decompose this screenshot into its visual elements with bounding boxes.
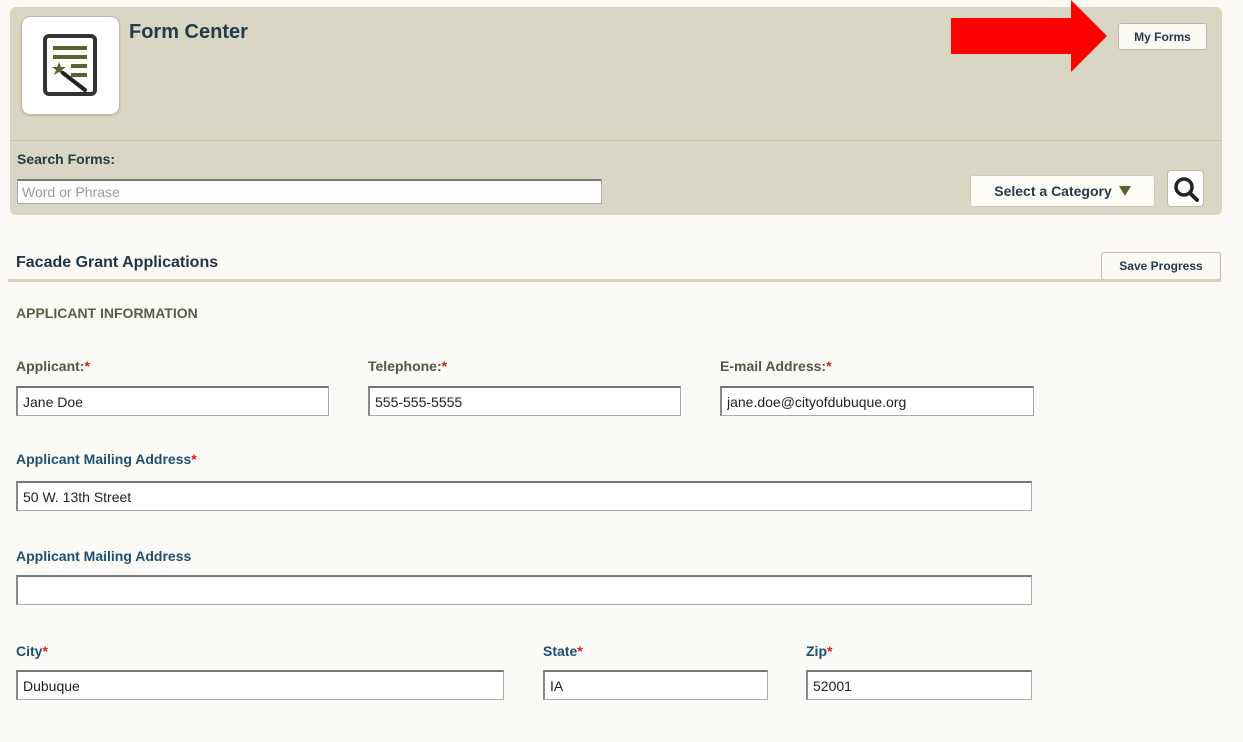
city-field[interactable] <box>16 670 504 700</box>
required-marker: * <box>827 643 833 659</box>
applicant-label: Applicant:* <box>16 358 90 374</box>
required-marker: * <box>191 451 197 467</box>
mailing-address-field[interactable] <box>16 481 1032 511</box>
email-label-text: E-mail Address: <box>720 358 827 374</box>
email-label: E-mail Address:* <box>720 358 832 374</box>
header-divider <box>10 140 1222 141</box>
telephone-field[interactable] <box>368 386 681 416</box>
telephone-label: Telephone:* <box>368 358 447 374</box>
required-marker: * <box>42 643 48 659</box>
search-forms-label: Search Forms: <box>17 151 116 167</box>
search-button[interactable] <box>1167 170 1204 207</box>
state-label: State* <box>543 643 583 659</box>
mailing-address-2-label: Applicant Mailing Address <box>16 548 191 564</box>
required-marker: * <box>84 358 90 374</box>
applicant-label-text: Applicant: <box>16 358 85 374</box>
email-field[interactable] <box>720 386 1034 416</box>
category-select-label: Select a Category <box>994 183 1112 199</box>
caret-down-icon <box>1118 186 1131 196</box>
magnifier-icon <box>1173 176 1199 202</box>
search-input[interactable] <box>17 179 602 204</box>
city-label-text: City <box>16 643 43 659</box>
form-center-logo <box>21 16 120 115</box>
telephone-label-text: Telephone: <box>368 358 442 374</box>
zip-field[interactable] <box>806 670 1032 700</box>
applicant-field[interactable] <box>16 386 329 416</box>
state-field[interactable] <box>543 670 768 700</box>
category-select[interactable]: Select a Category <box>970 175 1155 207</box>
required-marker: * <box>826 358 832 374</box>
zip-label: Zip* <box>806 643 832 659</box>
required-marker: * <box>577 643 583 659</box>
page-title: Form Center <box>129 21 248 43</box>
my-forms-button[interactable]: My Forms <box>1118 23 1207 50</box>
form-center-header: Form Center My Forms Search Forms: Selec… <box>10 0 1222 215</box>
save-progress-button[interactable]: Save Progress <box>1101 252 1221 280</box>
mailing-address-label: Applicant Mailing Address* <box>16 451 197 467</box>
form-title: Facade Grant Applications <box>16 254 219 271</box>
state-label-text: State <box>543 643 578 659</box>
required-marker: * <box>441 358 448 374</box>
mailing-address-2-field[interactable] <box>16 575 1032 605</box>
city-label: City* <box>16 643 48 659</box>
title-divider <box>8 279 1221 282</box>
zip-label-text: Zip <box>806 643 827 659</box>
red-arrow-annotation-icon <box>951 0 1107 72</box>
section-heading: APPLICANT INFORMATION <box>16 305 198 321</box>
form-wand-icon <box>43 34 97 96</box>
mailing-address-2-label-text: Applicant Mailing Address <box>16 548 192 564</box>
mailing-address-label-text: Applicant Mailing Address <box>16 451 192 467</box>
